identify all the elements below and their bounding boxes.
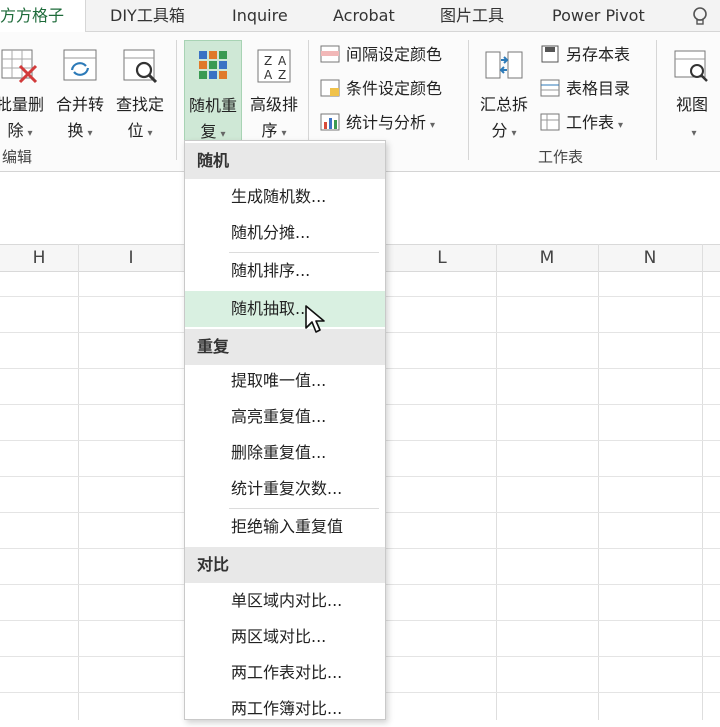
merge-convert-icon [63, 49, 97, 81]
batch-delete-button[interactable]: 批量删除 ▾ [0, 40, 48, 160]
tab-picture-tools[interactable]: 图片工具 [440, 0, 504, 32]
lightbulb-icon[interactable] [690, 0, 714, 32]
tab-power-pivot[interactable]: Power Pivot [552, 0, 645, 32]
menu-item-count-duplicates[interactable]: 统计重复次数... [185, 471, 385, 507]
svg-text:A: A [264, 68, 273, 82]
save-icon [541, 45, 559, 63]
tab-fangfang[interactable]: 方方格子 [0, 0, 86, 33]
svg-text:Z: Z [278, 68, 286, 82]
find-locate-label-2: 位 [127, 121, 144, 140]
sheet-directory-button[interactable]: 表格目录 [540, 76, 630, 102]
column-header-i[interactable]: I [78, 244, 184, 272]
menu-section-header-repeat: 重复 [185, 329, 385, 365]
interval-color-label: 间隔设定颜色 [346, 45, 443, 64]
group-separator [468, 40, 469, 160]
menu-section-header-random: 随机 [185, 143, 385, 179]
column-header-n[interactable]: N [598, 244, 702, 272]
random-repeat-label-2: 复 [200, 122, 217, 141]
interval-color-button[interactable]: 间隔设定颜色 [320, 42, 442, 68]
sheet-directory-label: 表格目录 [566, 79, 631, 98]
merge-convert-label-2: 换 [67, 121, 84, 140]
advanced-sort-label-2: 序 [261, 121, 278, 140]
stats-analysis-button[interactable]: 统计与分析 ▾ [320, 110, 435, 136]
tab-acrobat[interactable]: Acrobat [333, 0, 395, 32]
column-header-l[interactable]: L [388, 244, 496, 272]
menu-item-random-sort[interactable]: 随机排序... [185, 253, 385, 289]
grid-line [78, 244, 79, 720]
edit-group-label: 编辑 [2, 148, 33, 166]
grid-line [496, 244, 497, 720]
tab-diy-toolbox[interactable]: DIY工具箱 [110, 0, 185, 32]
view-label: 视图 [675, 95, 708, 114]
ribbon-tab-bar: 方方格子 DIY工具箱 Inquire Acrobat 图片工具 Power P… [0, 0, 720, 33]
merge-convert-label-1: 合并转 [55, 95, 104, 114]
grid-line [702, 244, 703, 720]
batch-delete-label-1: 批量删 [0, 95, 44, 114]
random-repeat-icon [199, 51, 227, 79]
table-directory-icon [540, 79, 560, 97]
group-separator [176, 40, 177, 160]
stats-analysis-icon [320, 113, 340, 131]
menu-item-compare-within-range[interactable]: 单区域内对比... [185, 583, 385, 619]
merge-convert-button[interactable]: 合并转换 ▾ [52, 40, 108, 160]
tab-inquire[interactable]: Inquire [232, 0, 288, 32]
conditional-color-button[interactable]: 条件设定颜色 [320, 76, 442, 102]
conditional-color-label: 条件设定颜色 [346, 79, 443, 98]
menu-item-delete-duplicates[interactable]: 删除重复值... [185, 435, 385, 471]
batch-delete-icon [1, 49, 38, 84]
menu-item-random-allocate[interactable]: 随机分摊... [185, 215, 385, 251]
summarize-split-label-2: 分 [491, 121, 508, 140]
save-sheet-label: 另存本表 [566, 45, 631, 64]
sort-az-icon: Z A A Z [257, 49, 291, 83]
menu-item-random-sample[interactable]: 随机抽取... [185, 291, 385, 327]
view-icon [674, 50, 708, 82]
mouse-cursor-icon [305, 305, 325, 333]
worksheet-group-label: 工作表 [538, 148, 584, 166]
save-sheet-button[interactable]: 另存本表 [540, 42, 630, 68]
random-repeat-dropdown-menu: 随机 生成随机数... 随机分摊... 随机排序... 随机抽取... 重复 提… [184, 140, 386, 720]
summarize-split-button[interactable]: 汇总拆分 ▾ [476, 40, 532, 160]
grid-line [598, 244, 599, 720]
random-repeat-label-1: 随机重 [188, 96, 237, 115]
menu-section-header-compare: 对比 [185, 547, 385, 583]
worksheet-icon [540, 113, 560, 131]
svg-text:A: A [278, 54, 287, 68]
batch-delete-label-2: 除 [7, 121, 24, 140]
worksheet-label: 工作表 [566, 113, 615, 132]
conditional-color-icon [320, 79, 340, 97]
menu-item-compare-two-ranges[interactable]: 两区域对比... [185, 619, 385, 655]
menu-item-extract-unique[interactable]: 提取唯一值... [185, 363, 385, 399]
worksheet-button[interactable]: 工作表 ▾ [540, 110, 623, 136]
menu-item-compare-two-sheets[interactable]: 两工作表对比... [185, 655, 385, 691]
menu-item-highlight-duplicates[interactable]: 高亮重复值... [185, 399, 385, 435]
svg-text:Z: Z [264, 54, 272, 68]
menu-item-compare-two-workbooks[interactable]: 两工作簿对比... [185, 691, 385, 727]
menu-item-reject-duplicate-input[interactable]: 拒绝输入重复值 [185, 509, 385, 545]
advanced-sort-label-1: 高级排 [249, 95, 298, 114]
column-header-h[interactable]: H [0, 244, 78, 272]
view-button[interactable]: 视图 ▾ [664, 40, 720, 160]
group-separator [656, 40, 657, 160]
summarize-split-icon [485, 51, 523, 79]
stats-analysis-label: 统计与分析 [346, 113, 427, 132]
menu-item-generate-random[interactable]: 生成随机数... [185, 179, 385, 215]
interval-color-icon [320, 45, 340, 63]
find-locate-label-1: 查找定 [115, 95, 164, 114]
column-header-m[interactable]: M [496, 244, 598, 272]
find-locate-icon [123, 49, 158, 84]
summarize-split-label-1: 汇总拆 [479, 95, 528, 114]
find-locate-button[interactable]: 查找定位 ▾ [112, 40, 168, 160]
